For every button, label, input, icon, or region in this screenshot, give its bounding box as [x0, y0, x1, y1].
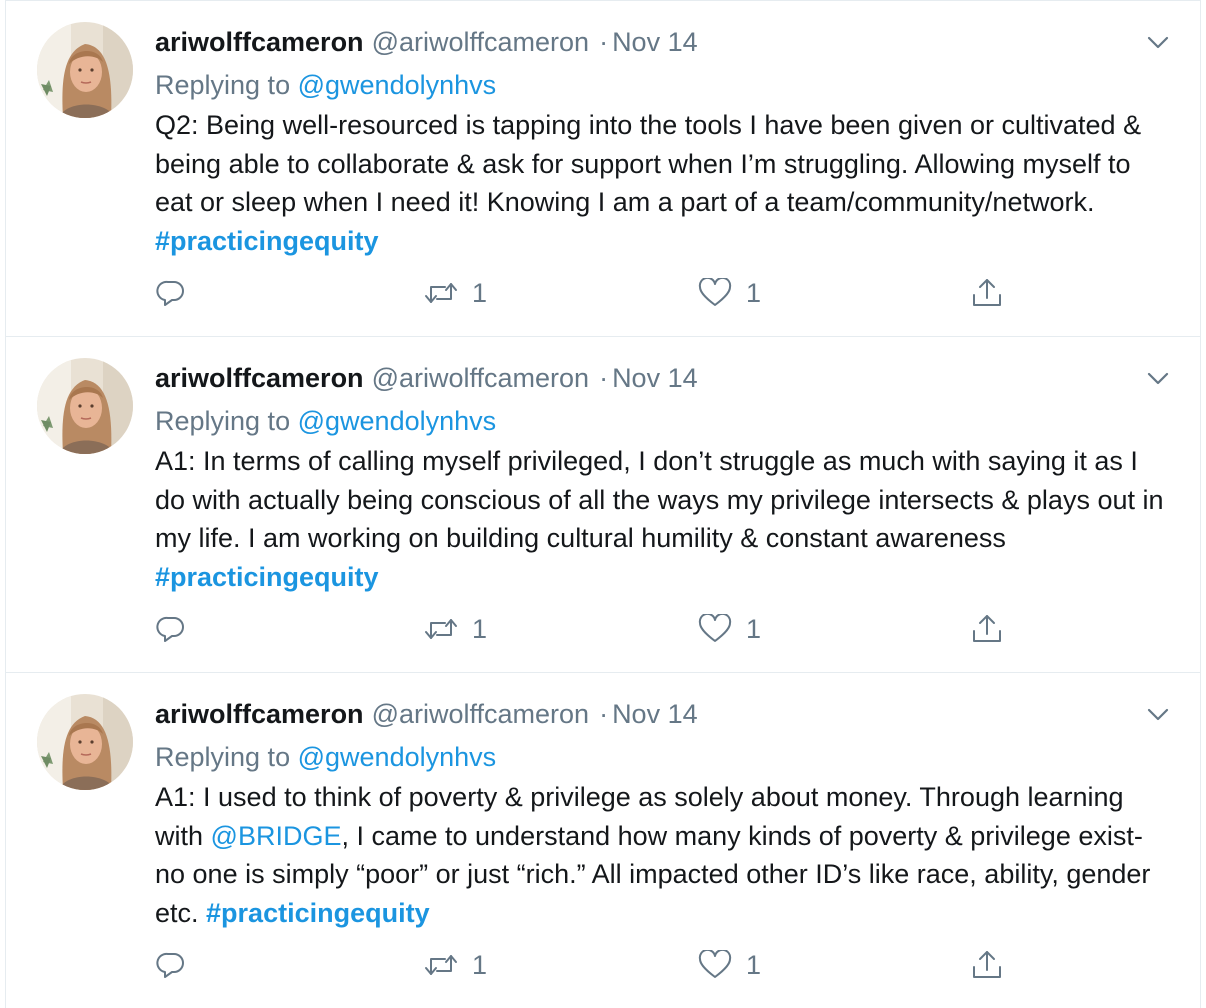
like-button[interactable]: 1	[698, 273, 761, 313]
share-icon	[970, 613, 1004, 645]
tweet-text-segment: Q2: Being well-resourced is tapping into…	[155, 110, 1142, 217]
profile-photo	[37, 358, 133, 454]
share-icon	[970, 277, 1004, 309]
replying-to-label: Replying to	[155, 742, 291, 772]
hashtag-link[interactable]: #practicingequity	[155, 562, 379, 592]
timeline: ariwolffcameron @ariwolffcameron · Nov 14 R…	[5, 0, 1201, 1008]
like-count: 1	[746, 613, 762, 644]
retweet-button[interactable]: 1	[424, 273, 487, 313]
chevron-down-icon[interactable]	[1146, 703, 1170, 727]
retweet-icon	[424, 278, 458, 308]
tweet-text: A1: In terms of calling myself privilege…	[155, 442, 1175, 596]
hashtag-link[interactable]: #practicingequity	[155, 226, 379, 256]
replying-to-label: Replying to	[155, 406, 291, 436]
retweet-count: 1	[472, 613, 488, 644]
tweet-date[interactable]: Nov 14	[612, 363, 698, 393]
user-handle[interactable]: @ariwolffcameron	[372, 27, 590, 57]
tweet-actions: 1 1	[6, 945, 1200, 985]
display-name[interactable]: ariwolffcameron	[155, 699, 364, 729]
retweet-icon	[424, 614, 458, 644]
like-button[interactable]: 1	[698, 945, 761, 985]
reply-icon	[156, 950, 186, 980]
profile-photo	[37, 22, 133, 118]
like-count: 1	[746, 949, 762, 980]
reply-button[interactable]	[156, 945, 200, 985]
tweet[interactable]: ariwolffcameron @ariwolffcameron · Nov 14 R…	[6, 336, 1200, 672]
heart-icon	[698, 950, 732, 980]
reply-icon	[156, 278, 186, 308]
replying-to-link[interactable]: @gwendolynhvs	[298, 742, 497, 772]
tweet-actions: 1 1	[6, 609, 1200, 649]
like-count: 1	[746, 277, 762, 308]
retweet-button[interactable]: 1	[424, 609, 487, 649]
chevron-down-icon[interactable]	[1146, 367, 1170, 391]
retweet-count: 1	[472, 949, 488, 980]
hashtag-link[interactable]: #practicingequity	[206, 898, 430, 928]
reply-icon	[156, 614, 186, 644]
tweet-header: ariwolffcameron @ariwolffcameron · Nov 14	[155, 361, 698, 395]
tweet-text-segment: A1: In terms of calling myself privilege…	[155, 446, 1164, 553]
profile-photo	[37, 694, 133, 790]
share-button[interactable]	[970, 945, 1004, 985]
share-button[interactable]	[970, 273, 1004, 313]
chevron-down-icon[interactable]	[1146, 31, 1170, 55]
tweet-header: ariwolffcameron @ariwolffcameron · Nov 14	[155, 697, 698, 731]
user-handle[interactable]: @ariwolffcameron	[372, 699, 590, 729]
tweet-text: Q2: Being well-resourced is tapping into…	[155, 106, 1175, 260]
avatar[interactable]	[37, 22, 133, 118]
separator-dot: ·	[599, 27, 609, 57]
tweet-text: A1: I used to think of poverty & privile…	[155, 778, 1175, 932]
tweet[interactable]: ariwolffcameron @ariwolffcameron · Nov 14 R…	[6, 0, 1200, 336]
share-icon	[970, 949, 1004, 981]
replying-to: Replying to @gwendolynhvs	[155, 68, 496, 102]
reply-button[interactable]	[156, 609, 200, 649]
replying-to-link[interactable]: @gwendolynhvs	[298, 70, 497, 100]
tweet-date[interactable]: Nov 14	[612, 27, 698, 57]
tweet-header: ariwolffcameron @ariwolffcameron · Nov 14	[155, 25, 698, 59]
like-button[interactable]: 1	[698, 609, 761, 649]
mention-link[interactable]: @BRIDGE	[211, 821, 342, 851]
retweet-icon	[424, 950, 458, 980]
user-handle[interactable]: @ariwolffcameron	[372, 363, 590, 393]
avatar[interactable]	[37, 694, 133, 790]
tweet-actions: 1 1	[6, 273, 1200, 313]
tweet[interactable]: ariwolffcameron @ariwolffcameron · Nov 14 R…	[6, 672, 1200, 1008]
heart-icon	[698, 278, 732, 308]
retweet-button[interactable]: 1	[424, 945, 487, 985]
replying-to-link[interactable]: @gwendolynhvs	[298, 406, 497, 436]
replying-to: Replying to @gwendolynhvs	[155, 404, 496, 438]
replying-to: Replying to @gwendolynhvs	[155, 740, 496, 774]
heart-icon	[698, 614, 732, 644]
tweet-date[interactable]: Nov 14	[612, 699, 698, 729]
avatar[interactable]	[37, 358, 133, 454]
display-name[interactable]: ariwolffcameron	[155, 363, 364, 393]
reply-button[interactable]	[156, 273, 200, 313]
separator-dot: ·	[599, 363, 609, 393]
separator-dot: ·	[599, 699, 609, 729]
replying-to-label: Replying to	[155, 70, 291, 100]
retweet-count: 1	[472, 277, 488, 308]
share-button[interactable]	[970, 609, 1004, 649]
display-name[interactable]: ariwolffcameron	[155, 27, 364, 57]
